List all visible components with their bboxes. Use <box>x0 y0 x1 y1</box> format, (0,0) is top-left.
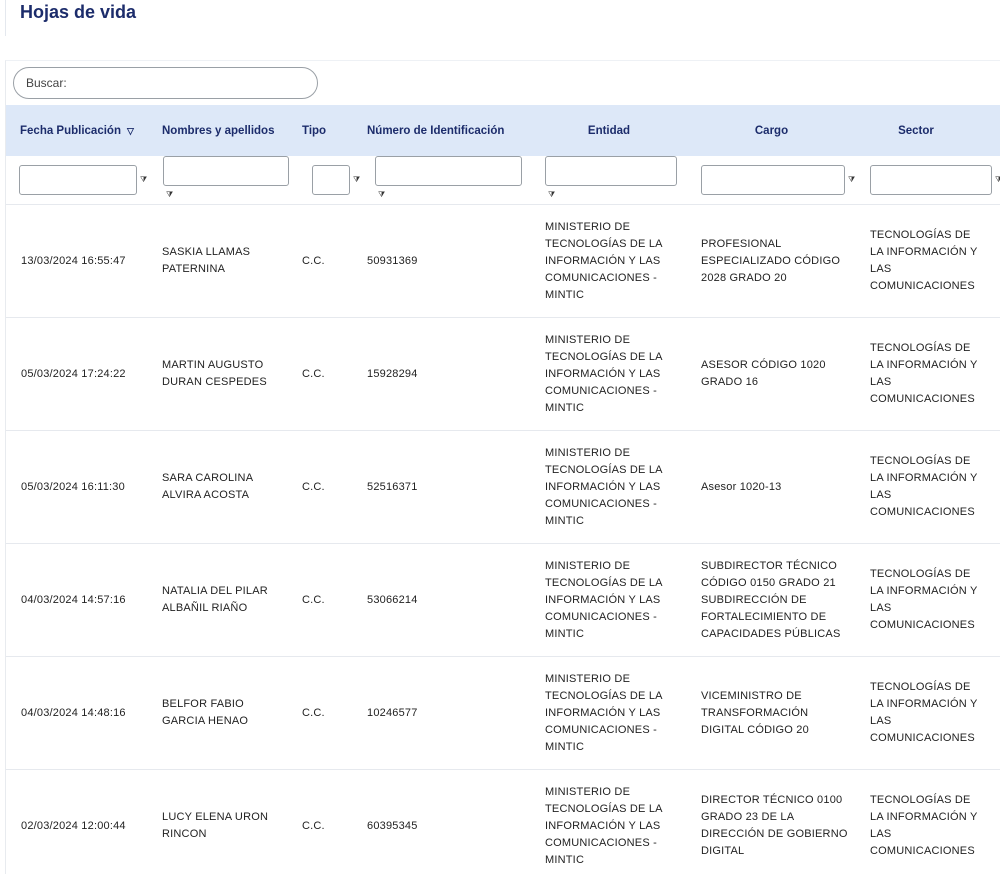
cell-tipo: C.C. <box>302 367 325 380</box>
column-header-label: Número de Identificación <box>367 124 505 137</box>
column-header-label: Sector <box>898 124 934 137</box>
column-header-numero[interactable]: Número de Identificación <box>361 105 531 156</box>
results-table: Fecha Publicación ▽ Nombres y apellidos T… <box>6 105 1000 883</box>
cell-sector: TECNOLOGÍAS DE LA INFORMACIÓN Y LAS COMU… <box>870 681 978 744</box>
filter-icon[interactable]: ⧩ <box>353 175 360 185</box>
cell-entidad: MINISTERIO DE TECNOLOGÍAS DE LA INFORMAC… <box>545 559 663 640</box>
filter-input-nombres[interactable] <box>163 156 289 186</box>
filter-input-sector[interactable] <box>870 165 992 195</box>
sort-desc-icon[interactable]: ▽ <box>127 126 134 136</box>
column-header-entidad[interactable]: Entidad <box>531 105 687 156</box>
cell-fecha: 13/03/2024 16:55:47 <box>21 254 126 267</box>
cell-nombre: LUCY ELENA URON RINCON <box>162 811 269 841</box>
table-row[interactable]: 05/03/2024 17:24:22 MARTIN AUGUSTO DURAN… <box>6 317 1000 431</box>
cell-nombre: BELFOR FABIO GARCIA HENAO <box>162 698 249 727</box>
column-header-nombres[interactable]: Nombres y apellidos <box>148 105 297 156</box>
table-row[interactable]: 04/03/2024 14:48:16 BELFOR FABIO GARCIA … <box>6 656 1000 770</box>
filter-row: ⧩ ⧩ ⧩ ⧩ ⧩ ⧩ ⧩ <box>6 156 1000 205</box>
cell-numero: 50931369 <box>367 254 418 267</box>
cell-sector: TECNOLOGÍAS DE LA INFORMACIÓN Y LAS COMU… <box>870 794 978 858</box>
cell-entidad: MINISTERIO DE TECNOLOGÍAS DE LA INFORMAC… <box>545 333 663 414</box>
column-header-sector[interactable]: Sector <box>856 105 1000 156</box>
filter-icon[interactable]: ⧩ <box>548 190 555 200</box>
filter-input-entidad[interactable] <box>545 156 677 186</box>
column-header-label: Tipo <box>302 124 327 137</box>
filter-input-fecha[interactable] <box>19 165 137 195</box>
filter-icon[interactable]: ⧩ <box>378 190 385 200</box>
cell-tipo: C.C. <box>302 254 325 267</box>
table-row[interactable]: 13/03/2024 16:55:47 SASKIA LLAMAS PATERN… <box>6 204 1000 318</box>
cell-sector: TECNOLOGÍAS DE LA INFORMACIÓN Y LAS COMU… <box>870 229 978 292</box>
cell-fecha: 04/03/2024 14:57:16 <box>21 593 126 606</box>
column-header-label: Fecha Publicación <box>20 124 121 137</box>
cell-nombre: SARA CAROLINA ALVIRA ACOSTA <box>162 472 253 501</box>
cell-nombre: SASKIA LLAMAS PATERNINA <box>162 246 251 275</box>
cell-tipo: C.C. <box>302 480 325 493</box>
column-header-fecha[interactable]: Fecha Publicación ▽ <box>6 105 148 156</box>
cell-cargo: DIRECTOR TÉCNICO 0100 GRADO 23 DE LA DIR… <box>701 794 848 858</box>
search-input[interactable] <box>13 67 318 99</box>
cell-numero: 60395345 <box>367 819 418 832</box>
cell-cargo: PROFESIONAL ESPECIALIZADO CÓDIGO 2028 GR… <box>701 237 841 284</box>
cell-cargo: SUBDIRECTOR TÉCNICO CÓDIGO 0150 GRADO 21… <box>701 559 841 640</box>
cell-nombre: MARTIN AUGUSTO DURAN CESPEDES <box>162 359 267 388</box>
column-header-label: Entidad <box>587 124 631 137</box>
cell-tipo: C.C. <box>302 706 325 719</box>
cell-numero: 53066214 <box>367 593 418 606</box>
column-header-tipo[interactable]: Tipo <box>297 105 361 156</box>
cell-entidad: MINISTERIO DE TECNOLOGÍAS DE LA INFORMAC… <box>545 785 663 866</box>
cell-numero: 15928294 <box>367 367 418 380</box>
cell-fecha: 05/03/2024 16:11:30 <box>21 480 125 493</box>
table-header-row: Fecha Publicación ▽ Nombres y apellidos T… <box>6 105 1000 156</box>
cell-cargo: ASESOR CÓDIGO 1020 GRADO 16 <box>701 359 826 388</box>
cell-nombre: NATALIA DEL PILAR ALBAÑIL RIAÑO <box>162 585 268 614</box>
cell-entidad: MINISTERIO DE TECNOLOGÍAS DE LA INFORMAC… <box>545 672 663 753</box>
table-row[interactable]: 02/03/2024 12:00:44 LUCY ELENA URON RINC… <box>6 769 1000 883</box>
cell-tipo: C.C. <box>302 593 325 606</box>
filter-input-tipo[interactable] <box>312 165 350 195</box>
column-header-cargo[interactable]: Cargo <box>687 105 856 156</box>
cell-cargo: VICEMINISTRO DE TRANSFORMACIÓN DIGITAL C… <box>701 689 809 736</box>
cell-sector: TECNOLOGÍAS DE LA INFORMACIÓN Y LAS COMU… <box>870 568 978 631</box>
cell-fecha: 04/03/2024 14:48:16 <box>21 706 126 719</box>
filter-icon[interactable]: ⧩ <box>166 190 173 200</box>
table-row[interactable]: 04/03/2024 14:57:16 NATALIA DEL PILAR AL… <box>6 543 1000 657</box>
filter-icon[interactable]: ⧩ <box>995 175 1000 185</box>
cell-numero: 10246577 <box>367 706 418 719</box>
cell-tipo: C.C. <box>302 819 325 832</box>
filter-input-numero[interactable] <box>375 156 522 186</box>
filter-input-cargo[interactable] <box>701 165 845 195</box>
cell-fecha: 02/03/2024 12:00:44 <box>21 819 126 832</box>
page-title: Hojas de vida <box>20 2 137 22</box>
column-header-label: Cargo <box>754 124 789 137</box>
column-header-label: Nombres y apellidos <box>162 124 275 137</box>
cell-cargo: Asesor 1020-13 <box>701 480 782 493</box>
cell-entidad: MINISTERIO DE TECNOLOGÍAS DE LA INFORMAC… <box>545 220 663 301</box>
cell-entidad: MINISTERIO DE TECNOLOGÍAS DE LA INFORMAC… <box>545 446 663 527</box>
cell-sector: TECNOLOGÍAS DE LA INFORMACIÓN Y LAS COMU… <box>870 455 978 518</box>
table-row[interactable]: 05/03/2024 16:11:30 SARA CAROLINA ALVIRA… <box>6 430 1000 544</box>
cell-fecha: 05/03/2024 17:24:22 <box>21 367 126 380</box>
filter-icon[interactable]: ⧩ <box>848 175 855 185</box>
filter-icon[interactable]: ⧩ <box>140 175 147 185</box>
title-divider <box>5 0 6 36</box>
cell-numero: 52516371 <box>367 480 418 493</box>
cell-sector: TECNOLOGÍAS DE LA INFORMACIÓN Y LAS COMU… <box>870 342 978 405</box>
